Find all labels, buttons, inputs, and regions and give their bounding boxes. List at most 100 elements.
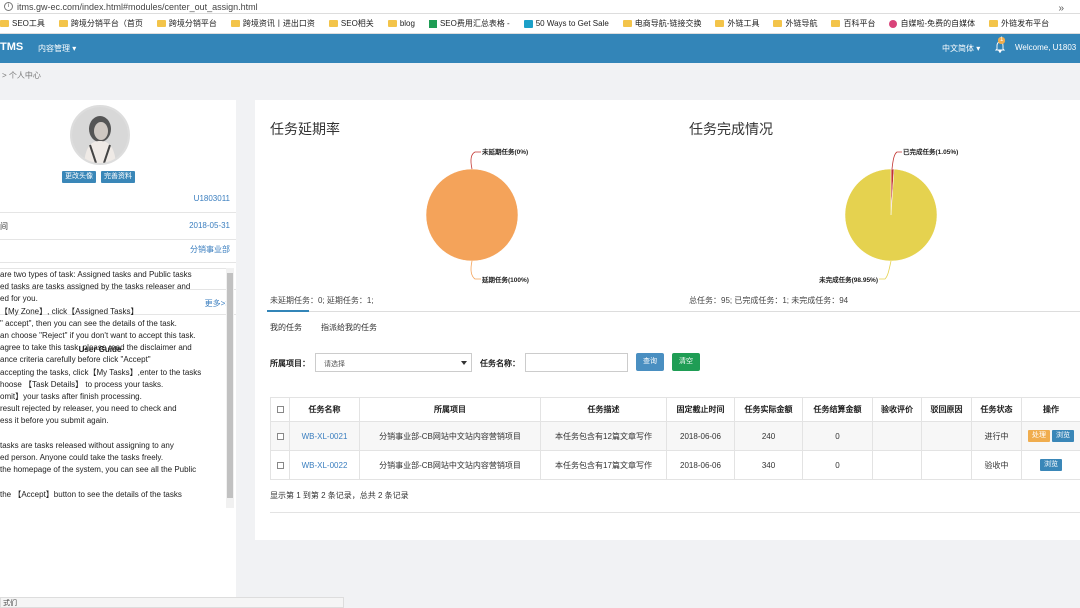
header-deadline[interactable]: 固定截止时间 (666, 397, 735, 422)
language-menu[interactable]: 中文简体 ▾ (942, 43, 980, 54)
reject-reason-cell (921, 450, 972, 480)
bookmark-item[interactable]: blog (387, 19, 415, 28)
task-name-link[interactable]: WB-XL-0021 (289, 421, 360, 451)
info-icon[interactable]: i (4, 2, 13, 11)
bookmark-item[interactable]: 百科平台 (831, 18, 875, 29)
header-status[interactable]: 任务状态 (971, 397, 1022, 422)
deadline-cell: 2018-06-06 (666, 450, 735, 480)
complete-profile-button[interactable]: 完善资料 (101, 171, 135, 183)
bookmark-item[interactable]: 自媒啦-免费的自媒体 (889, 18, 975, 29)
change-avatar-button[interactable]: 更改头像 (62, 171, 96, 183)
content-management-menu[interactable]: 内容管理 ▾ (38, 43, 76, 54)
guide-line: accepting the tasks, click【My Tasks】,ent… (0, 367, 202, 377)
bookmark-label: SEO相关 (340, 19, 374, 28)
address-bar[interactable]: i itms.gw-ec.com/index.html#modules/cent… (0, 0, 1080, 14)
project-filter-label: 所属项目： (270, 359, 310, 368)
profile-row-user-id: U1803011 (0, 186, 236, 213)
table-header-row: 任务名称 所属项目 任务描述 固定截止时间 任务实际金额 任务结算金额 验收评价… (270, 397, 1080, 422)
actual-amount-cell: 340 (734, 450, 803, 480)
bookmark-item[interactable]: 跨境分销平台（首页 (58, 18, 143, 29)
url-text[interactable]: itms.gw-ec.com/index.html#modules/center… (17, 2, 258, 12)
actual-amount-cell: 240 (734, 421, 803, 451)
project-select[interactable]: 请选择 (315, 353, 472, 372)
completion-pie-leader-line (879, 260, 892, 280)
process-button[interactable]: 处理 (1028, 430, 1050, 442)
guide-line: are two types of task: Assigned tasks an… (0, 270, 192, 279)
header-description[interactable]: 任务描述 (540, 397, 667, 422)
task-name-input[interactable] (525, 353, 628, 372)
brand-logo[interactable]: TMS (0, 41, 23, 53)
bookmark-item[interactable]: 50 Ways to Get Sale (523, 19, 609, 28)
table-row[interactable]: WB-XL-0022 分销事业部-CB网站中文站内容营销项目 本任务包含有17篇… (270, 450, 1080, 480)
folder-icon (831, 20, 841, 27)
settle-amount-cell: 0 (802, 450, 873, 480)
query-button[interactable]: 查询 (636, 353, 664, 371)
delay-pie-slice[interactable] (425, 168, 519, 262)
scrollbar-thumb[interactable] (227, 273, 233, 498)
header-reject-reason[interactable]: 驳回原因 (921, 397, 972, 422)
notification-bell-icon[interactable]: 1 (994, 37, 1006, 54)
settle-amount-cell: 0 (802, 421, 873, 451)
bookmark-label: 外链发布平台 (1001, 19, 1050, 28)
project-cell: 分销事业部-CB网站中文站内容营销项目 (359, 450, 541, 480)
folder-icon (715, 20, 725, 27)
select-all-checkbox[interactable] (276, 406, 284, 414)
bookmark-item[interactable]: 外链导航 (773, 18, 817, 29)
bookmark-item[interactable]: SEO相关 (328, 18, 374, 29)
bookmark-item[interactable]: 外链工具 (715, 18, 759, 29)
browse-button[interactable]: 浏览 (1040, 459, 1062, 471)
bookmark-item[interactable]: 外链发布平台 (989, 18, 1049, 29)
bookmark-item[interactable]: SEO费用汇总表格 - (428, 18, 510, 29)
bookmark-item[interactable]: SEO工具 (0, 18, 45, 29)
actions-cell: 处理 浏览 (1021, 421, 1080, 451)
tab-my-tasks[interactable]: 我的任务 (270, 322, 302, 333)
header-task-name[interactable]: 任务名称 (289, 397, 360, 422)
delay-summary: 未延期任务：0; 延期任务：1; (270, 296, 374, 305)
clear-button[interactable]: 清空 (672, 353, 700, 371)
header-settle-amount[interactable]: 任务结算金额 (802, 397, 873, 422)
guide-line: " accept", then you can see the details … (0, 318, 177, 328)
delay-pie-chart: 未延期任务(0%) 延期任务(100%) (425, 147, 529, 284)
bookmark-item[interactable]: 跨境资讯丨进出口资 (230, 18, 315, 29)
header-project[interactable]: 所属项目 (359, 397, 541, 422)
bookmark-label: blog (399, 19, 415, 28)
select-all-cell[interactable] (270, 397, 290, 422)
status-cell: 进行中 (971, 421, 1022, 451)
table-row[interactable]: WB-XL-0021 分销事业部-CB网站中文站内容营销项目 本任务包含有12篇… (270, 421, 1080, 451)
bookmark-label: 跨境分销平台（首页 (70, 19, 143, 28)
bookmarks-more-icon[interactable]: » (1058, 3, 1064, 14)
task-name-link[interactable]: WB-XL-0022 (289, 450, 360, 480)
browse-button[interactable]: 浏览 (1052, 430, 1074, 442)
bookmark-label: 跨境资讯丨进出口资 (242, 19, 315, 28)
bookmark-item[interactable]: 电商导航-链接交换 (622, 18, 701, 29)
chevron-down-icon (461, 361, 467, 365)
guide-line (0, 476, 226, 488)
guide-line: ess it before you submit again. (0, 416, 109, 426)
bookmark-label: 外链工具 (727, 19, 760, 28)
header-evaluation[interactable]: 验收评价 (872, 397, 922, 422)
user-guide-text: are two types of task: Assigned tasks an… (0, 268, 226, 508)
guide-scrollbar[interactable] (226, 268, 234, 508)
table-bottom-line (270, 512, 1080, 513)
guide-line: omit】your tasks after finish processing. (0, 392, 142, 402)
completion-pie-slice[interactable] (844, 168, 938, 262)
bookmark-label: SEO费用汇总表格 - (439, 19, 510, 28)
welcome-user-menu[interactable]: Welcome, U1803 (1015, 43, 1076, 52)
tab-assigned-tasks[interactable]: 指派给我的任务 (321, 322, 377, 333)
header-actual-amount[interactable]: 任务实际金额 (734, 397, 803, 422)
guide-line: agree to take this task, please read the… (0, 343, 192, 353)
completion-pie-label: 未完成任务(98.95%) (819, 275, 878, 284)
bookmark-item[interactable]: 跨境分销平台 (156, 18, 217, 29)
guide-line: hoose 【Task Details】 to process your tas… (0, 379, 164, 389)
row-checkbox[interactable] (276, 461, 284, 469)
completion-pie-chart: 已完成任务(1.05%) 未完成任务(98.95%) (819, 147, 958, 284)
folder-icon (0, 20, 9, 27)
top-navbar: TMS 内容管理 ▾ 中文简体 ▾ 1 Welcome, U1803 (0, 34, 1080, 63)
guide-line: 【My Zone】, click【Assigned Tasks】 (0, 306, 139, 316)
bookmark-label: 外链导航 (785, 19, 818, 28)
header-actions: 操作 (1021, 397, 1080, 422)
evaluation-cell (872, 450, 922, 480)
row-checkbox[interactable] (276, 432, 284, 440)
spreadsheet-icon (428, 19, 437, 28)
delay-pie-leader-line (470, 260, 481, 280)
